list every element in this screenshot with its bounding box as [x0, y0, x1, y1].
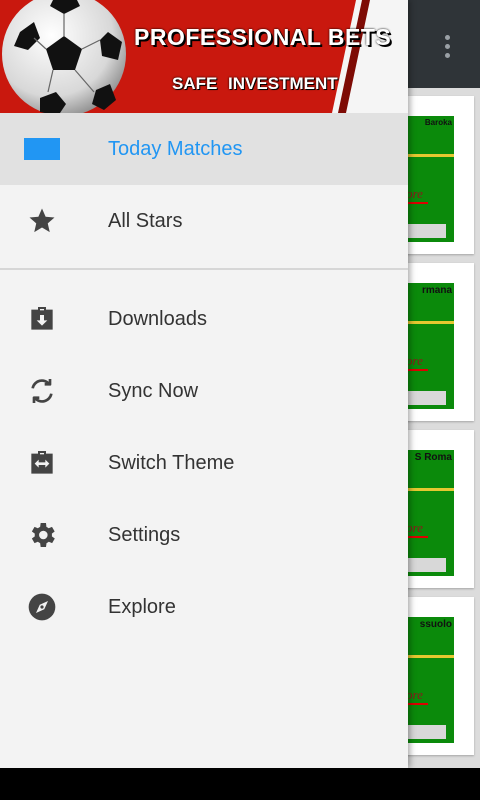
match-card-more: ore	[406, 186, 423, 201]
match-card-more: ore	[406, 520, 423, 535]
nav-item-settings[interactable]: Settings	[0, 499, 408, 571]
sync-icon	[24, 373, 60, 409]
nav-item-label: Explore	[108, 595, 176, 618]
nav-item-label: Today Matches	[108, 137, 243, 160]
match-card-more: ore	[406, 687, 423, 702]
star-icon	[24, 203, 60, 239]
nav-item-switch-theme[interactable]: Switch Theme	[0, 427, 408, 499]
nav-item-label: All Stars	[108, 209, 183, 232]
nav-item-sync-now[interactable]: Sync Now	[0, 355, 408, 427]
brand-subtitle: SAFE INVESTMENT	[172, 74, 338, 93]
menu-divider	[0, 268, 408, 270]
nav-item-today-matches[interactable]: Today Matches	[0, 113, 408, 185]
overflow-menu-icon[interactable]	[436, 30, 458, 62]
compass-icon	[24, 589, 60, 625]
nav-item-explore[interactable]: Explore	[0, 571, 408, 643]
nav-item-all-stars[interactable]: All Stars	[0, 185, 408, 257]
app-screen: Baroka ore rmana ore S Roma ore ssuolo o…	[0, 0, 480, 768]
nav-item-downloads[interactable]: Downloads	[0, 283, 408, 355]
rectangle-icon	[24, 131, 60, 167]
drawer-header-banner: PROFESSIONAL BETS SAFE INVESTMENT	[0, 0, 408, 113]
download-icon	[24, 301, 60, 337]
match-card-more: ore	[406, 353, 423, 368]
nav-item-label: Settings	[108, 523, 181, 546]
nav-item-label: Sync Now	[108, 379, 199, 402]
switch-theme-icon	[24, 445, 60, 481]
navigation-drawer: PROFESSIONAL BETS SAFE INVESTMENT Today …	[0, 0, 408, 768]
nav-item-label: Downloads	[108, 307, 207, 330]
gear-icon	[24, 517, 60, 553]
soccer-ball-icon	[2, 0, 126, 113]
system-navigation-bar	[0, 768, 480, 800]
nav-item-label: Switch Theme	[108, 451, 235, 474]
brand-title: PROFESSIONAL BETS	[134, 24, 392, 50]
